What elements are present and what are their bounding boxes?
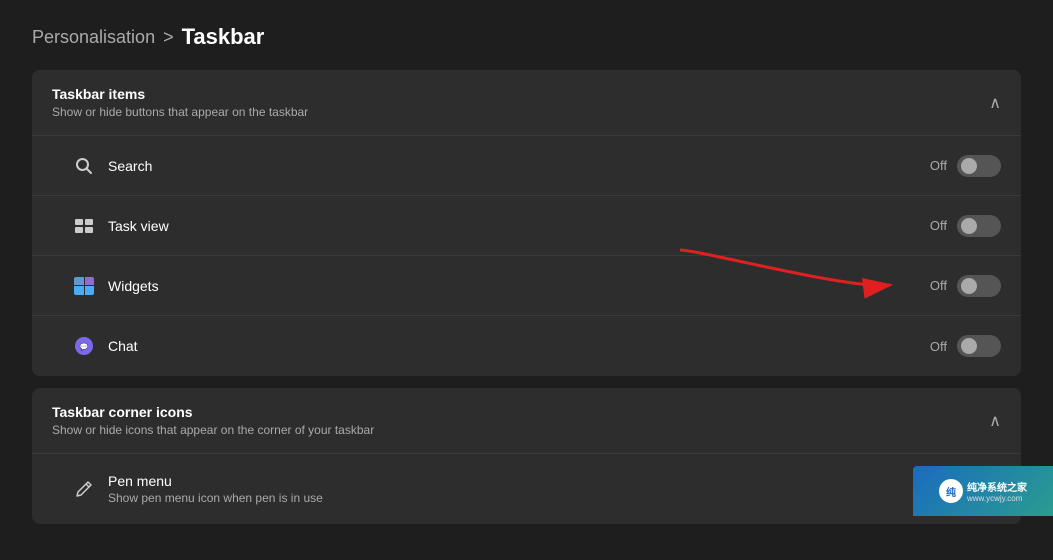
search-icon bbox=[72, 154, 96, 178]
taskbar-items-subtitle: Show or hide buttons that appear on the … bbox=[52, 105, 308, 119]
breadcrumb-parent[interactable]: Personalisation bbox=[32, 27, 155, 48]
search-label: Search bbox=[108, 158, 930, 174]
task-view-toggle-group: Off bbox=[930, 215, 1001, 237]
taskbar-corner-chevron[interactable]: ∧ bbox=[989, 411, 1001, 431]
search-row: Search Off bbox=[32, 136, 1021, 196]
taskbar-items-title: Taskbar items bbox=[52, 86, 308, 102]
breadcrumb-separator: > bbox=[163, 27, 174, 48]
pen-menu-icon bbox=[72, 477, 96, 501]
chat-toggle-group: Off bbox=[930, 335, 1001, 357]
widgets-toggle-group: Off bbox=[930, 275, 1001, 297]
taskbar-corner-subtitle: Show or hide icons that appear on the co… bbox=[52, 423, 374, 437]
search-toggle-group: Off bbox=[930, 155, 1001, 177]
search-toggle[interactable] bbox=[957, 155, 1001, 177]
chat-toggle[interactable] bbox=[957, 335, 1001, 357]
widgets-status: Off bbox=[930, 278, 947, 293]
search-status: Off bbox=[930, 158, 947, 173]
chat-label: Chat bbox=[108, 338, 930, 354]
task-view-toggle[interactable] bbox=[957, 215, 1001, 237]
taskbar-items-header-text: Taskbar items Show or hide buttons that … bbox=[52, 86, 308, 119]
pen-menu-label: Pen menu bbox=[108, 473, 1001, 489]
task-view-status: Off bbox=[930, 218, 947, 233]
watermark-text1: 纯净系统之家 bbox=[967, 479, 1027, 494]
taskbar-corner-title: Taskbar corner icons bbox=[52, 404, 374, 420]
taskbar-corner-header-text: Taskbar corner icons Show or hide icons … bbox=[52, 404, 374, 437]
task-view-label: Task view bbox=[108, 218, 930, 234]
task-view-row: Task view Off bbox=[32, 196, 1021, 256]
breadcrumb: Personalisation > Taskbar bbox=[32, 24, 1021, 50]
chat-icon: 💬 bbox=[72, 334, 96, 358]
widgets-icon bbox=[72, 274, 96, 298]
taskbar-items-chevron[interactable]: ∧ bbox=[989, 93, 1001, 113]
widgets-label: Widgets bbox=[108, 278, 930, 294]
taskbar-corner-header[interactable]: Taskbar corner icons Show or hide icons … bbox=[32, 388, 1021, 454]
chat-status: Off bbox=[930, 339, 947, 354]
widgets-toggle[interactable] bbox=[957, 275, 1001, 297]
chat-row: 💬 Chat Off bbox=[32, 316, 1021, 376]
watermark: 纯 纯净系统之家 www.ycwjy.com bbox=[913, 466, 1053, 516]
svg-text:💬: 💬 bbox=[80, 342, 89, 351]
pen-menu-text-group: Pen menu Show pen menu icon when pen is … bbox=[108, 473, 1001, 505]
taskbar-items-section: Taskbar items Show or hide buttons that … bbox=[32, 70, 1021, 376]
pen-menu-sublabel: Show pen menu icon when pen is in use bbox=[108, 491, 1001, 505]
task-view-icon bbox=[72, 214, 96, 238]
taskbar-corner-section: Taskbar corner icons Show or hide icons … bbox=[32, 388, 1021, 524]
taskbar-items-header[interactable]: Taskbar items Show or hide buttons that … bbox=[32, 70, 1021, 136]
widgets-row: Widgets Off bbox=[32, 256, 1021, 316]
watermark-text2: www.ycwjy.com bbox=[967, 494, 1027, 503]
breadcrumb-current: Taskbar bbox=[182, 24, 265, 50]
pen-menu-row: Pen menu Show pen menu icon when pen is … bbox=[32, 454, 1021, 524]
